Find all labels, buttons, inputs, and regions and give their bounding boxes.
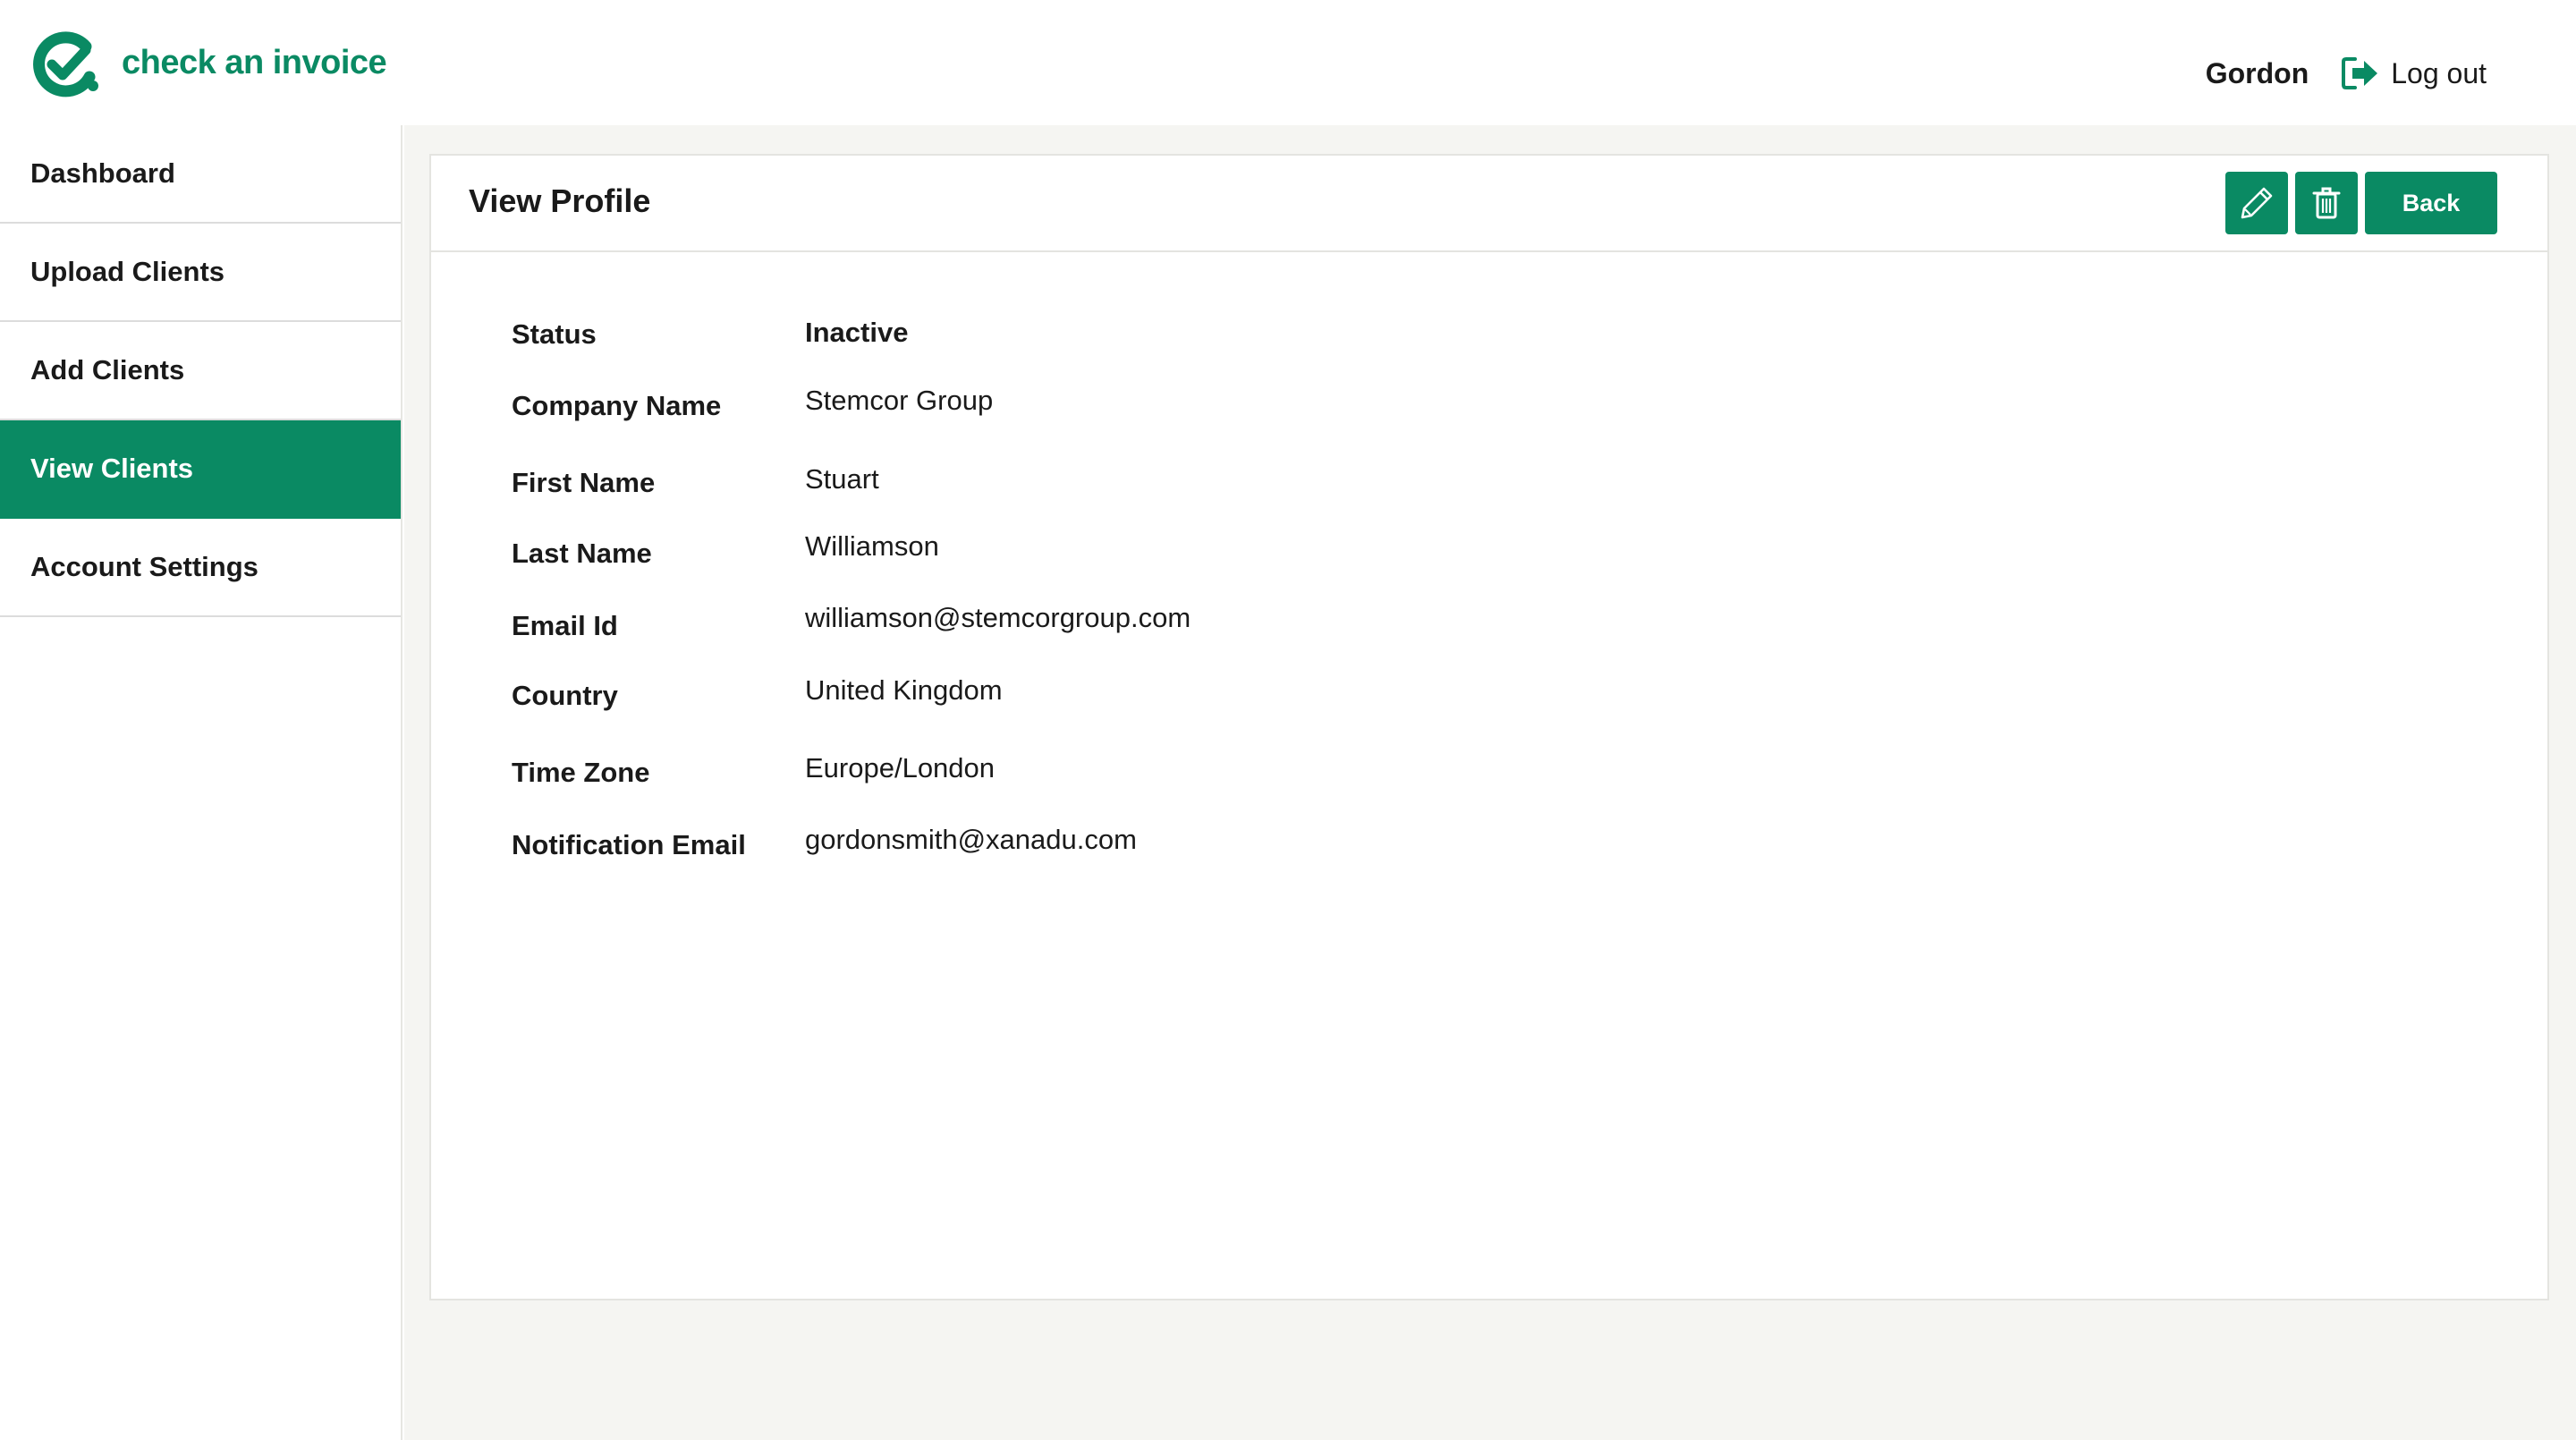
field-value: williamson@stemcorgroup.com [805,602,1191,633]
card-header: View Profile Back [431,156,2547,252]
detail-row-status: Status Inactive [512,317,1853,370]
sidebar: Dashboard Upload Clients Add Clients Vie… [0,125,402,1440]
sidebar-item-label: View Clients [30,453,194,484]
detail-row-first-name: First Name Stuart [512,463,1853,519]
field-label: Time Zone [512,757,650,788]
detail-row-time-zone: Time Zone Europe/London [512,752,1853,809]
sign-out-icon [2342,57,2378,89]
detail-row-email: Email Id williamson@stemcorgroup.com [512,602,1853,662]
field-value: Stemcor Group [805,385,994,416]
back-button[interactable]: Back [2365,172,2497,234]
detail-row-last-name: Last Name Williamson [512,530,1853,589]
field-label: Country [512,680,618,711]
logout-label: Log out [2391,56,2487,89]
edit-button[interactable] [2225,172,2288,234]
status-value: Inactive [805,317,909,348]
sidebar-item-label: Add Clients [30,354,185,385]
logout-button[interactable]: Log out [2341,55,2487,91]
field-value: Williamson [805,530,939,562]
sidebar-item-label: Upload Clients [30,256,225,287]
main-content: View Profile Back Status Inactive Compan… [404,125,2576,1440]
page-title: View Profile [469,182,651,219]
field-value: Europe/London [805,752,996,784]
field-value: Stuart [805,463,879,495]
profile-card: View Profile Back Status Inactive Compan… [429,154,2549,1300]
field-label: Company Name [512,390,722,421]
field-value: United Kingdom [805,674,1003,706]
app-name: check an invoice [122,43,387,81]
field-label: First Name [512,467,656,498]
detail-row-company-name: Company Name Stemcor Group [512,385,1853,442]
detail-row-notification-email: Notification Email gordonsmith@xanadu.co… [512,824,1853,881]
check-logo-icon [33,31,98,97]
username: Gordon [2205,56,2309,89]
field-label: Last Name [512,538,652,569]
field-value: gordonsmith@xanadu.com [805,824,1137,855]
sidebar-item-view-clients[interactable]: View Clients [0,420,401,519]
app-logo[interactable]: check an invoice [30,27,387,98]
top-bar: check an invoice Gordon Log out [0,0,2576,125]
sidebar-item-label: Account Settings [30,551,258,582]
sidebar-item-account-settings[interactable]: Account Settings [0,519,401,617]
field-label: Email Id [512,610,618,641]
delete-button[interactable] [2295,172,2358,234]
field-label: Status [512,318,597,350]
sidebar-item-label: Dashboard [30,157,175,189]
card-actions: Back [2225,172,2497,234]
user-area: Gordon Log out [2206,47,2487,100]
pencil-icon [2241,187,2273,219]
sidebar-item-dashboard[interactable]: Dashboard [0,125,401,224]
sidebar-item-upload-clients[interactable]: Upload Clients [0,224,401,322]
detail-row-country: Country United Kingdom [512,674,1853,732]
field-label: Notification Email [512,829,746,860]
back-button-label: Back [2402,189,2461,216]
trash-icon [2312,187,2341,219]
sidebar-item-add-clients[interactable]: Add Clients [0,322,401,420]
